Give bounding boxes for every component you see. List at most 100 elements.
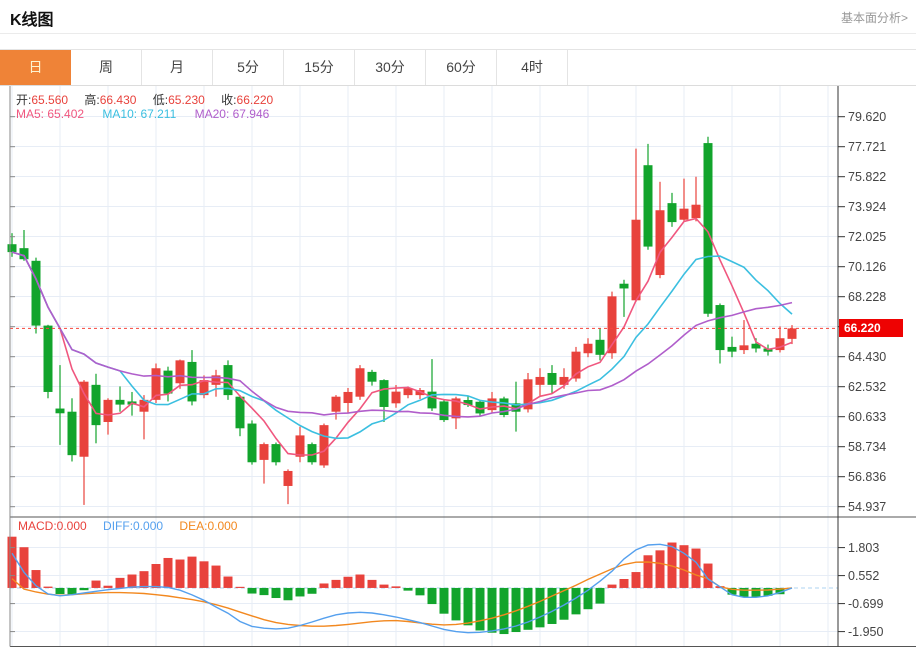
candle: [331, 396, 341, 412]
fundamental-analysis-link[interactable]: 基本面分析>: [841, 9, 908, 26]
macd-bar: [163, 557, 173, 588]
candle: [223, 365, 233, 396]
diff-value: 0.000: [133, 519, 164, 533]
macd-bar: [475, 587, 485, 631]
macd-bar: [91, 580, 101, 588]
candle: [367, 371, 377, 382]
tab-item[interactable]: 周: [71, 50, 142, 85]
y-axis-label: 72.025: [848, 230, 886, 244]
candle: [91, 384, 101, 426]
close-value: 66.220: [236, 93, 274, 107]
macd-bar: [655, 550, 665, 588]
macd-bar: [367, 579, 377, 588]
candle: [355, 368, 365, 397]
candle: [595, 339, 605, 355]
macd-bar: [211, 565, 221, 588]
macd-bar: [271, 587, 281, 599]
macd-bar: [115, 577, 125, 588]
tab-item[interactable]: 60分: [426, 50, 497, 85]
diff-label: DIFF:: [103, 519, 134, 533]
macd-bar: [439, 587, 449, 614]
macd-bar: [499, 587, 509, 635]
candle: [667, 203, 677, 223]
high-label: 高:: [84, 93, 100, 107]
tab-item[interactable]: 4时: [497, 50, 568, 85]
macd-bar: [307, 587, 317, 594]
macd-bar: [631, 572, 641, 588]
candle: [655, 210, 665, 276]
candle: [103, 399, 113, 422]
high-readout: 高:66.430: [84, 93, 136, 107]
y-axis: 79.620 77.721 75.822 73.924 72.025 70.126 68.2…: [10, 110, 886, 639]
tab-item[interactable]: 日: [0, 50, 71, 85]
macd-bar: [175, 559, 185, 588]
y-axis-label: 60.633: [848, 410, 886, 424]
page-title: K线图: [10, 12, 54, 29]
candle: [583, 343, 593, 354]
ma10-value: 67.211: [140, 107, 177, 121]
dea-value-readout: DEA:0.000: [179, 519, 237, 533]
macd-bar: [103, 585, 113, 588]
macd-bar: [643, 555, 653, 588]
macd-bar: [151, 564, 161, 588]
y-axis-label: 56.836: [848, 470, 886, 484]
macd-bar: [595, 587, 605, 604]
macd-bar: [451, 587, 461, 621]
ma20-value: 67.946: [232, 107, 270, 121]
y-axis-label: 62.532: [848, 380, 886, 394]
high-value: 66.430: [99, 93, 137, 107]
macd-bar: [571, 587, 581, 615]
diff-value-readout: DIFF:0.000: [103, 519, 163, 533]
candle: [295, 435, 305, 457]
tab-item[interactable]: 月: [142, 50, 213, 85]
candle: [643, 165, 653, 247]
macd-bar: [487, 587, 497, 633]
macd-bar: [583, 587, 593, 610]
candle: [7, 244, 17, 253]
macd-bar: [691, 548, 701, 588]
close-readout: 收:66.220: [221, 93, 273, 107]
macd-bar: [415, 587, 425, 596]
macd-bar: [247, 587, 257, 594]
macd-bar: [463, 587, 473, 626]
macd-bar: [295, 587, 305, 597]
panel-borders: [0, 84, 916, 648]
ma10-line: [11, 251, 793, 440]
tab-item[interactable]: 30分: [355, 50, 426, 85]
candle: [31, 260, 41, 326]
ma20-line: [11, 251, 793, 418]
open-readout: 开:65.560: [16, 93, 68, 107]
candle: [679, 208, 689, 220]
y-axis-label: 54.937: [848, 500, 886, 514]
tab-item[interactable]: 5分: [213, 50, 284, 85]
candle: [283, 470, 293, 486]
candle: [787, 328, 797, 339]
macd-bar: [751, 587, 761, 597]
candle: [319, 425, 329, 466]
ma10-readout: MA10: 67.211: [102, 107, 176, 121]
low-value: 65.230: [168, 93, 205, 107]
y-axis-label: 70.126: [848, 260, 886, 274]
ma10-label: MA10:: [102, 107, 138, 121]
y-axis-label: 64.430: [848, 350, 886, 364]
tab-item[interactable]: 15分: [284, 50, 355, 85]
macd-bar: [535, 587, 545, 628]
ma5-value: 65.402: [47, 107, 85, 121]
macd-value: 0.000: [56, 519, 87, 533]
macd-bar: [391, 586, 401, 588]
candle: [271, 444, 281, 463]
macd-bar: [199, 561, 209, 588]
candle: [619, 283, 629, 289]
dea-value: 0.000: [207, 519, 238, 533]
current-price-tag: 66.220: [839, 319, 903, 337]
header-divider: [0, 33, 916, 34]
macd-bar: [355, 574, 365, 588]
candle: [67, 411, 77, 456]
macd-bar: [127, 574, 137, 588]
candle: [727, 346, 737, 352]
candle: [715, 305, 725, 351]
macd-bar: [343, 576, 353, 588]
macd-bar: [283, 587, 293, 601]
candle: [379, 380, 389, 407]
y-axis-label: 77.721: [848, 140, 886, 154]
